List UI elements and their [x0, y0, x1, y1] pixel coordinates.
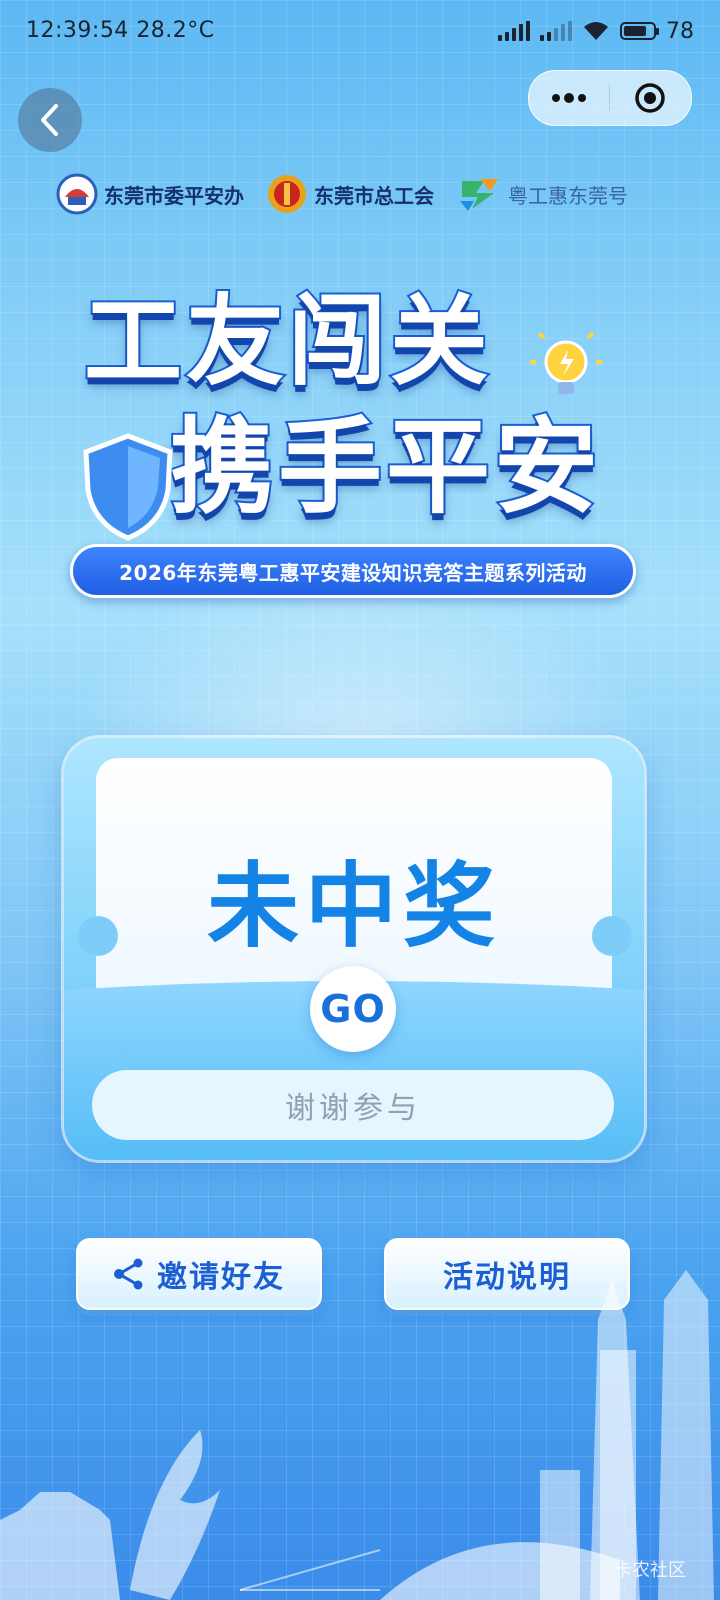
status-temperature: 28.2°C	[136, 18, 215, 43]
status-bar: 12:39:54 28.2°C 78	[0, 0, 720, 64]
logo-item: 东莞市总工会	[266, 173, 434, 215]
event-subtitle: 2026年东莞粤工惠平安建设知识竞答主题系列活动	[119, 560, 587, 585]
status-time: 12:39:54	[26, 18, 129, 43]
yue-gong-hui-logo-icon	[460, 179, 498, 211]
status-icons: 78	[498, 16, 694, 46]
go-button[interactable]: GO	[310, 966, 396, 1052]
trade-union-emblem-icon	[268, 175, 306, 213]
battery-icon	[620, 22, 659, 40]
status-time-temp: 12:39:54 28.2°C	[26, 18, 215, 43]
more-dots-icon	[552, 93, 586, 103]
logo-item: 粤工惠东莞号	[456, 173, 628, 215]
logo-item: 东莞市委平安办	[56, 173, 244, 215]
logo-label: 粤工惠东莞号	[508, 183, 628, 208]
mini-program-capsule	[528, 70, 692, 126]
more-button[interactable]	[529, 71, 609, 125]
logo-label: 东莞市委平安办	[104, 183, 244, 208]
signal-2-icon	[540, 21, 572, 41]
logo-label: 东莞市总工会	[314, 183, 434, 208]
target-circle-icon	[635, 83, 665, 113]
back-button[interactable]	[18, 88, 82, 152]
light-bulb-icon	[530, 331, 602, 394]
organizer-logos: 东莞市委平安办 东莞市总工会 粤工惠东莞号	[56, 168, 676, 220]
result-message: 谢谢参与	[92, 1070, 614, 1140]
battery-level: 78	[666, 18, 694, 44]
city-skyline-illustration	[0, 1270, 714, 1600]
shield-icon	[83, 433, 173, 541]
signal-icon	[498, 21, 530, 41]
watermark: 卡农社区	[614, 1560, 686, 1581]
result-status: 未中奖	[206, 853, 501, 960]
close-button[interactable]	[610, 71, 690, 125]
battery-fill	[624, 26, 646, 36]
chevron-left-icon	[41, 104, 58, 136]
peace-office-emblem-icon	[56, 173, 98, 215]
event-subtitle-banner: 2026年东莞粤工惠平安建设知识竞答主题系列活动	[70, 544, 636, 598]
wifi-icon	[584, 22, 608, 40]
